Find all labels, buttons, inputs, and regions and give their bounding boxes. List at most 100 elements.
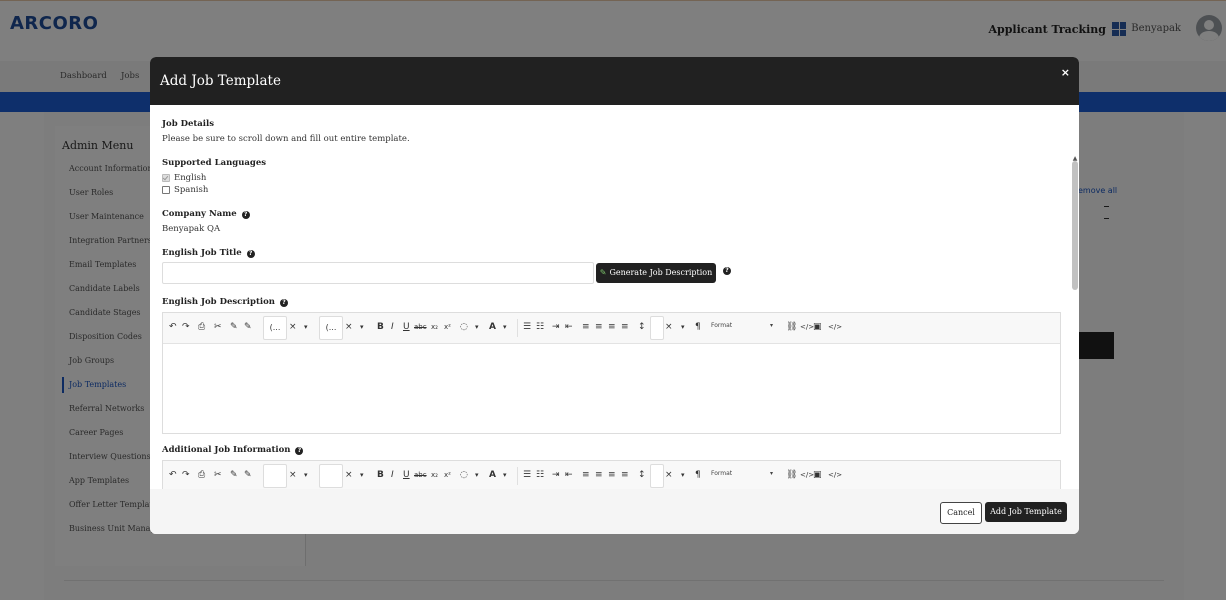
- align-center-icon[interactable]: ≡: [595, 470, 603, 480]
- print-icon[interactable]: ⎙: [198, 470, 205, 480]
- generate-description-button[interactable]: ✎ Generate Job Description: [596, 263, 716, 283]
- font-size-box[interactable]: [319, 464, 343, 488]
- source-code-icon[interactable]: </>: [828, 322, 842, 332]
- italic-icon[interactable]: I: [391, 322, 394, 332]
- bold-icon[interactable]: B: [377, 322, 384, 332]
- unordered-list-icon[interactable]: ☷: [536, 322, 544, 332]
- superscript-icon[interactable]: x²: [444, 470, 451, 480]
- chevron-down-icon[interactable]: ▾: [681, 470, 685, 480]
- source-code-icon[interactable]: </>: [828, 470, 842, 480]
- clear-icon[interactable]: ×: [345, 322, 353, 332]
- embed-icon[interactable]: </>: [800, 322, 814, 332]
- clear-icon[interactable]: ×: [665, 470, 673, 480]
- close-icon[interactable]: ×: [1061, 66, 1070, 79]
- text-color-icon[interactable]: A: [489, 470, 496, 480]
- text-color-icon[interactable]: A: [489, 322, 496, 332]
- link-icon[interactable]: ⛓: [786, 470, 797, 480]
- help-icon[interactable]: ?: [723, 267, 731, 275]
- undo-icon[interactable]: ↶: [169, 322, 177, 332]
- align-left-icon[interactable]: ≡: [582, 322, 590, 332]
- underline-icon[interactable]: U: [403, 470, 410, 480]
- ordered-list-icon[interactable]: ☰: [523, 322, 531, 332]
- line-height-icon[interactable]: ↕: [638, 322, 646, 332]
- image-icon[interactable]: ▣: [813, 470, 822, 480]
- font-family-box[interactable]: (...: [263, 316, 287, 340]
- spanish-checkbox[interactable]: [162, 186, 170, 194]
- chevron-down-icon[interactable]: ▾: [681, 322, 685, 332]
- clear-icon[interactable]: ×: [345, 470, 353, 480]
- line-height-box[interactable]: [650, 464, 664, 488]
- chevron-down-icon[interactable]: ▾: [503, 470, 507, 480]
- language-english[interactable]: English: [162, 173, 206, 183]
- modal-body[interactable]: Job Details Please be sure to scroll dow…: [150, 105, 1079, 489]
- redo-icon[interactable]: ↷: [182, 470, 190, 480]
- redo-icon[interactable]: ↷: [182, 322, 190, 332]
- chevron-down-icon[interactable]: ▾: [475, 322, 479, 332]
- help-icon[interactable]: ?: [279, 299, 288, 307]
- job-details-text: Please be sure to scroll down and fill o…: [162, 134, 410, 144]
- indent-icon[interactable]: ⇥: [552, 322, 560, 332]
- align-center-icon[interactable]: ≡: [595, 322, 603, 332]
- justify-icon[interactable]: ≡: [621, 470, 629, 480]
- font-size-box[interactable]: (...: [319, 316, 343, 340]
- brush-icon[interactable]: ✎: [244, 322, 252, 332]
- help-icon[interactable]: ?: [241, 211, 250, 219]
- format-select[interactable]: Format ▾: [711, 322, 773, 333]
- add-job-template-button[interactable]: Add Job Template: [985, 502, 1067, 522]
- undo-icon[interactable]: ↶: [169, 470, 177, 480]
- superscript-icon[interactable]: x²: [444, 322, 451, 332]
- format-painter-icon[interactable]: ✎: [230, 470, 238, 480]
- job-title-input[interactable]: [162, 262, 594, 284]
- clear-format-icon[interactable]: ✂: [214, 322, 222, 332]
- chevron-down-icon[interactable]: ▾: [503, 322, 507, 332]
- link-icon[interactable]: ⛓: [786, 322, 797, 332]
- align-right-icon[interactable]: ≡: [608, 322, 616, 332]
- align-right-icon[interactable]: ≡: [608, 470, 616, 480]
- subscript-icon[interactable]: x₂: [431, 322, 438, 332]
- unordered-list-icon[interactable]: ☷: [536, 470, 544, 480]
- line-height-icon[interactable]: ↕: [638, 470, 646, 480]
- english-checkbox[interactable]: [162, 174, 170, 182]
- clear-icon[interactable]: ×: [665, 322, 673, 332]
- clear-format-icon[interactable]: ✂: [214, 470, 222, 480]
- help-icon[interactable]: ?: [246, 250, 255, 258]
- chevron-down-icon[interactable]: ▾: [360, 470, 364, 480]
- clear-icon[interactable]: ×: [289, 470, 297, 480]
- paragraph-icon[interactable]: ¶: [695, 470, 701, 480]
- chevron-down-icon[interactable]: ▾: [360, 322, 364, 332]
- outdent-icon[interactable]: ⇤: [565, 322, 573, 332]
- underline-icon[interactable]: U: [403, 322, 410, 332]
- language-spanish[interactable]: Spanish: [162, 185, 208, 195]
- chevron-down-icon[interactable]: ▾: [304, 322, 308, 332]
- brush-icon[interactable]: ✎: [244, 470, 252, 480]
- bold-icon[interactable]: B: [377, 470, 384, 480]
- align-left-icon[interactable]: ≡: [582, 470, 590, 480]
- clear-icon[interactable]: ×: [289, 322, 297, 332]
- cancel-button[interactable]: Cancel: [940, 502, 982, 524]
- format-painter-icon[interactable]: ✎: [230, 322, 238, 332]
- strikethrough-icon[interactable]: abc: [414, 470, 427, 480]
- job-description-editor[interactable]: ↶ ↷ ⎙ ✂ ✎ ✎ (... × ▾ (... × ▾ B I U abc …: [162, 312, 1061, 434]
- strikethrough-icon[interactable]: abc: [414, 322, 427, 332]
- paragraph-icon[interactable]: ¶: [695, 322, 701, 332]
- additional-info-editor[interactable]: ↶ ↷ ⎙ ✂ ✎ ✎ × ▾ × ▾ B I U abc x₂ x² ◌ ▾: [162, 460, 1061, 489]
- background-color-icon[interactable]: ◌: [460, 470, 468, 480]
- help-icon[interactable]: ?: [295, 447, 304, 455]
- scrollbar-thumb[interactable]: [1072, 161, 1078, 290]
- format-select[interactable]: Format ▾: [711, 470, 773, 481]
- chevron-down-icon[interactable]: ▾: [475, 470, 479, 480]
- ordered-list-icon[interactable]: ☰: [523, 470, 531, 480]
- line-height-box[interactable]: [650, 316, 664, 340]
- subscript-icon[interactable]: x₂: [431, 470, 438, 480]
- indent-icon[interactable]: ⇥: [552, 470, 560, 480]
- chevron-down-icon[interactable]: ▾: [304, 470, 308, 480]
- embed-icon[interactable]: </>: [800, 470, 814, 480]
- background-color-icon[interactable]: ◌: [460, 322, 468, 332]
- print-icon[interactable]: ⎙: [198, 322, 205, 332]
- magic-wand-icon: ✎: [599, 268, 607, 277]
- outdent-icon[interactable]: ⇤: [565, 470, 573, 480]
- image-icon[interactable]: ▣: [813, 322, 822, 332]
- justify-icon[interactable]: ≡: [621, 322, 629, 332]
- italic-icon[interactable]: I: [391, 470, 394, 480]
- font-family-box[interactable]: [263, 464, 287, 488]
